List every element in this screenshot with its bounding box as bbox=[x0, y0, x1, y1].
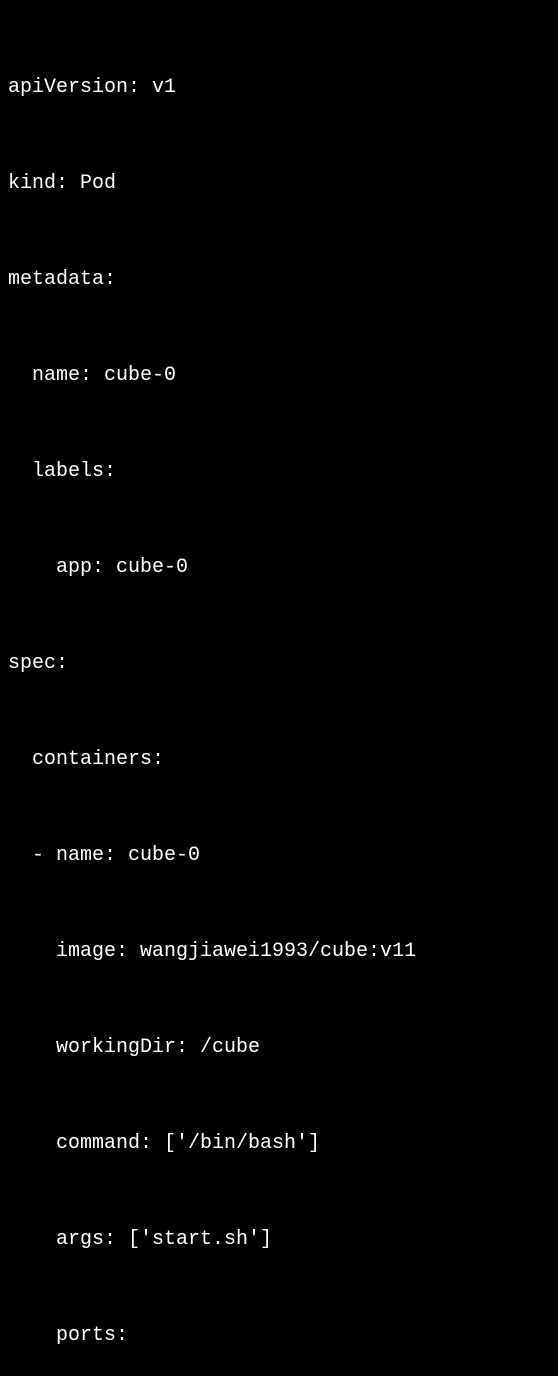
code-line: labels: bbox=[8, 456, 550, 488]
code-line: args: ['start.sh'] bbox=[8, 1224, 550, 1256]
code-line: command: ['/bin/bash'] bbox=[8, 1128, 550, 1160]
code-line: workingDir: /cube bbox=[8, 1032, 550, 1064]
code-line: - name: cube-0 bbox=[8, 840, 550, 872]
code-line: apiVersion: v1 bbox=[8, 72, 550, 104]
code-line: spec: bbox=[8, 648, 550, 680]
yaml-code-block: apiVersion: v1 kind: Pod metadata: name:… bbox=[8, 8, 550, 1376]
code-line: kind: Pod bbox=[8, 168, 550, 200]
code-line: image: wangjiawei1993/cube:v11 bbox=[8, 936, 550, 968]
code-line: app: cube-0 bbox=[8, 552, 550, 584]
code-line: ports: bbox=[8, 1320, 550, 1352]
code-line: containers: bbox=[8, 744, 550, 776]
code-line: metadata: bbox=[8, 264, 550, 296]
code-line: name: cube-0 bbox=[8, 360, 550, 392]
